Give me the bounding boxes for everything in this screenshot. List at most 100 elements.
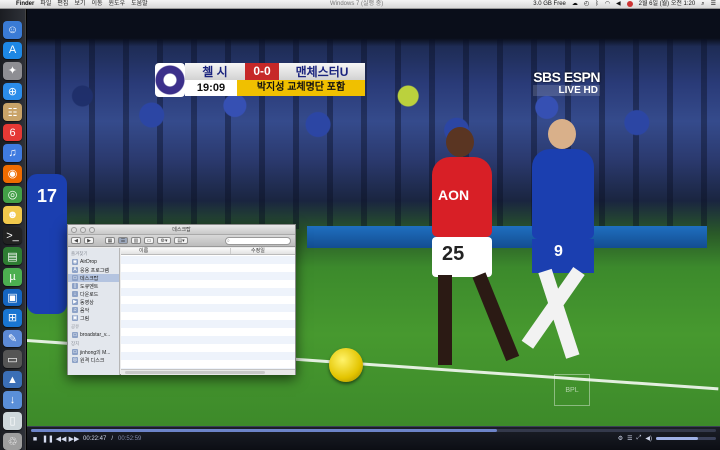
windows-icon[interactable]: ⊞ bbox=[3, 309, 22, 327]
applications-icon: A bbox=[72, 267, 78, 273]
memory-status[interactable]: 3.0 GB Free bbox=[533, 0, 566, 9]
sidebar-item[interactable]: ◎ 원격 디스크 bbox=[68, 356, 119, 364]
settings-icon[interactable]: ⚙ bbox=[618, 435, 623, 442]
downloads-folder-icon[interactable]: ↓ bbox=[3, 391, 22, 409]
activity-monitor-icon[interactable]: ▤ bbox=[3, 247, 22, 265]
sidebar-item[interactable]: ▭ jinhong의 M... bbox=[68, 348, 119, 356]
virtualbox-icon[interactable]: ▣ bbox=[3, 288, 22, 307]
stop-icon[interactable]: ■ bbox=[31, 435, 39, 443]
movies-icon: ▶ bbox=[72, 299, 78, 305]
back-button[interactable]: ◀ bbox=[71, 237, 81, 244]
time-current: 00:22:47 bbox=[83, 436, 107, 442]
input-source-icon[interactable] bbox=[626, 1, 633, 7]
bluetooth-icon[interactable]: ᛒ bbox=[595, 0, 599, 9]
sidebar-item-label: broadstar_v... bbox=[80, 332, 111, 338]
player-red-number: 25 bbox=[442, 243, 465, 265]
sidebar-item[interactable]: ▭ broadstar_v... bbox=[68, 331, 119, 339]
sidebar-item[interactable]: A 응용 프로그램 bbox=[68, 266, 119, 274]
menu-item-file[interactable]: 파일 bbox=[40, 0, 51, 9]
sidebar-item[interactable]: ▶ 동영상 bbox=[68, 298, 119, 306]
dock: ☺ A ✦ ⊕ ☷ 6 ♫ ◉ ◎ ☻ >_ ▤ µ ▣ ⊞ ✎ ▭ ▲ ↓ ▯ ♲ bbox=[0, 9, 26, 450]
firefox-icon[interactable]: ◉ bbox=[3, 165, 22, 183]
sidebar-item-label: 응용 프로그램 bbox=[80, 267, 109, 274]
playlist-icon[interactable]: ☰ bbox=[627, 435, 632, 442]
terminal-icon[interactable]: >_ bbox=[3, 226, 22, 245]
action-gear-button[interactable]: ⚙▾ bbox=[157, 237, 171, 244]
screen-icon[interactable]: ▭ bbox=[3, 350, 22, 368]
window-title: Windows 7 (실행 중) bbox=[330, 0, 384, 7]
spotlight-search-icon[interactable]: ⌕ bbox=[701, 0, 704, 9]
sidebar-item[interactable]: ▯ 도큐멘트 bbox=[68, 282, 119, 290]
sidebar-item[interactable]: ↓ 다운로드 bbox=[68, 290, 119, 298]
app-folder-icon[interactable]: ▲ bbox=[3, 370, 22, 389]
column-name[interactable]: 이름 bbox=[121, 248, 231, 254]
contacts-icon[interactable]: ☷ bbox=[3, 103, 22, 121]
live-badge: LIVE HD bbox=[533, 85, 600, 96]
menu-item-help[interactable]: 도움말 bbox=[131, 0, 148, 9]
column-modified[interactable]: 수정일 bbox=[231, 248, 295, 254]
launchpad-icon[interactable]: ✦ bbox=[3, 62, 22, 80]
cloud-icon[interactable]: ☁ bbox=[572, 0, 578, 9]
itunes-icon[interactable]: ♫ bbox=[3, 144, 22, 163]
search-input[interactable]: ⌕ bbox=[225, 237, 291, 245]
calendar-icon[interactable]: 6 bbox=[3, 123, 22, 142]
sidebar-item[interactable]: ◉ AirDrop bbox=[68, 258, 119, 266]
sidebar-item-label: 데스크탑 bbox=[80, 275, 99, 282]
prev-icon[interactable]: ◀◀ bbox=[56, 435, 67, 443]
speaker-icon[interactable]: ◀) bbox=[645, 435, 652, 442]
time-machine-icon[interactable]: ◴ bbox=[584, 0, 589, 9]
app-store-icon[interactable]: A bbox=[3, 41, 22, 60]
document-icon[interactable]: ▯ bbox=[3, 411, 22, 430]
finder-icon[interactable]: ☺ bbox=[3, 21, 22, 39]
pause-icon[interactable]: ❚❚ bbox=[42, 435, 54, 443]
horizontal-scrollbar[interactable] bbox=[125, 371, 265, 374]
player-controls: ■ ❚❚ ◀◀ ▶▶ 00:22:47 / 00:52:59 ⚙ ☰ ⤢ ◀) bbox=[27, 426, 720, 450]
volume-icon[interactable]: ◀ bbox=[616, 0, 621, 9]
file-list[interactable]: 이름 수정일 bbox=[121, 248, 295, 369]
trash-icon[interactable]: ♲ bbox=[3, 432, 22, 450]
seek-bar[interactable] bbox=[31, 429, 716, 432]
competition-watermark: BPL bbox=[554, 374, 590, 406]
volume-slider[interactable] bbox=[656, 437, 716, 440]
sidebar-item[interactable]: ▣ 그림 bbox=[68, 314, 119, 322]
next-icon[interactable]: ▶▶ bbox=[69, 435, 80, 443]
finder-titlebar[interactable]: 데스크탑 bbox=[68, 225, 295, 235]
shared-computer-icon: ▭ bbox=[72, 332, 78, 338]
finder-title: 데스크탑 bbox=[172, 227, 191, 233]
remote-disc-icon: ◎ bbox=[72, 357, 78, 363]
notification-center-icon[interactable]: ☰ bbox=[711, 0, 716, 9]
sidebar-item-label: 도큐멘트 bbox=[80, 283, 99, 290]
chrome-icon[interactable]: ◎ bbox=[3, 185, 22, 204]
column-view-button[interactable]: ▥ bbox=[131, 237, 141, 244]
menu-item-window[interactable]: 윈도우 bbox=[109, 0, 126, 9]
preview-icon[interactable]: ✎ bbox=[3, 329, 22, 348]
sidebar-item[interactable]: ▭ 데스크탑 bbox=[68, 274, 119, 282]
home-team: 첼 시 bbox=[202, 65, 228, 79]
coverflow-view-button[interactable]: ▭ bbox=[144, 237, 154, 244]
menu-bar: Finder 파일 편집 보기 이동 윈도우 도움말 Windows 7 (실행… bbox=[0, 0, 720, 9]
icon-view-button[interactable]: ▦ bbox=[105, 237, 115, 244]
menu-clock[interactable]: 2월 6일 (월) 오전 1:20 bbox=[639, 0, 696, 9]
broadcaster-logo: SBS ESPN LIVE HD bbox=[533, 69, 600, 96]
arrange-button[interactable]: ▤▾ bbox=[174, 237, 188, 244]
match-clock: 19:09 bbox=[185, 80, 237, 96]
player-blue-number: 9 bbox=[554, 243, 563, 260]
fullscreen-icon[interactable]: ⤢ bbox=[637, 435, 642, 442]
wifi-icon[interactable]: ◠ bbox=[605, 0, 610, 9]
forward-button[interactable]: ▶ bbox=[84, 237, 94, 244]
sidebar-section-header: 즐겨찾기 bbox=[71, 251, 88, 256]
list-view-button[interactable]: ☰ bbox=[118, 237, 128, 244]
safari-icon[interactable]: ⊕ bbox=[3, 82, 22, 101]
menu-item-view[interactable]: 보기 bbox=[74, 0, 85, 9]
time-separator: / bbox=[111, 436, 114, 442]
sidebar-item[interactable]: ♫ 음악 bbox=[68, 306, 119, 314]
computer-icon: ▭ bbox=[72, 349, 78, 355]
menu-item-go[interactable]: 이동 bbox=[91, 0, 102, 9]
airdrop-icon: ◉ bbox=[72, 259, 78, 265]
menu-app-name[interactable]: Finder bbox=[16, 0, 34, 9]
menu-item-edit[interactable]: 편집 bbox=[57, 0, 68, 9]
file-list-header: 이름 수정일 bbox=[121, 248, 295, 255]
sidebar-section-header: 장치 bbox=[71, 341, 80, 346]
adium-icon[interactable]: ☻ bbox=[3, 206, 22, 224]
utorrent-icon[interactable]: µ bbox=[3, 267, 22, 286]
